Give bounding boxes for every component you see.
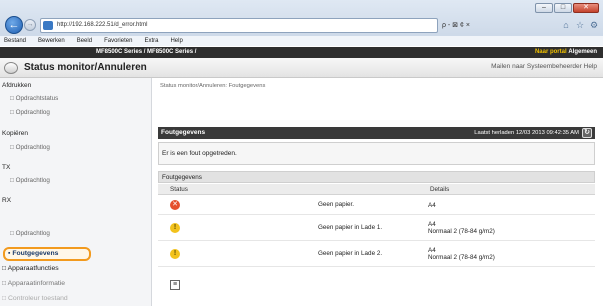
menu-item-bewerken[interactable]: Bewerken <box>38 36 65 46</box>
status-monitor-icon <box>4 62 18 74</box>
browser-menubar: Bestand Bewerken Beeld Favorieten Extra … <box>0 36 603 46</box>
error-icon: ✕ <box>170 200 180 210</box>
sidebar-item-afdrukken-opdrachtlog[interactable]: □ Opdrachtlog <box>10 109 50 116</box>
sidebar-item-opdrachtstatus[interactable]: □ Opdrachtstatus <box>10 95 58 102</box>
sidebar-group-tx: TX <box>2 164 11 171</box>
back-to-top-icon[interactable]: ≡ <box>170 280 180 290</box>
sidebar-group-afdrukken: Afdrukken <box>2 82 32 89</box>
forward-button[interactable]: → <box>24 19 36 31</box>
sidebar-item-controleur[interactable]: □ Controleur toestand <box>2 295 68 302</box>
sidebar-item-tx-opdrachtlog[interactable]: □ Opdrachtlog <box>10 177 50 184</box>
maximize-button[interactable]: □ <box>554 3 572 13</box>
table-row: ! Geen papier in Lade 2. A4 Normaal 2 (78… <box>158 242 595 267</box>
row-details: A4 Normaal 2 (78-84 g/m2) <box>428 221 495 235</box>
row-description: Geen papier. <box>318 201 355 208</box>
device-header: MF8500C Series / MF8500C Series / Naar p… <box>0 47 603 58</box>
last-updated: Laatst herladen 12/03 2013 09:42:35 AM <box>474 130 579 136</box>
address-tools[interactable]: ρ - ⊠ ¢ × <box>442 18 532 33</box>
row-details: A4 Normaal 2 (78-84 g/m2) <box>428 247 495 261</box>
page-title: Status monitor/Annuleren <box>24 62 147 73</box>
main-content: Status monitor/Annuleren: Foutgegevens F… <box>158 78 603 306</box>
window-controls: – □ ✕ <box>535 3 599 13</box>
model-name: MF8500C Series / MF8500C Series / <box>96 49 197 55</box>
error-message-box: Er is een fout opgetreden. <box>158 142 595 165</box>
title-links[interactable]: Mailen naar Systeembeheerder Help <box>491 63 597 70</box>
close-window-button[interactable]: ✕ <box>573 3 599 13</box>
sidebar-item-rx-opdrachtlog[interactable]: □ Opdrachtlog <box>10 230 50 237</box>
browser-chrome: – □ ✕ ← → http://192.168.222.51/d_error.… <box>0 0 603 46</box>
table-title: Foutgegevens <box>158 171 595 183</box>
menu-item-favorieten[interactable]: Favorieten <box>104 36 132 46</box>
back-button[interactable]: ← <box>5 16 23 34</box>
menu-item-beeld[interactable]: Beeld <box>77 36 92 46</box>
minimize-button[interactable]: – <box>535 3 553 13</box>
menu-item-extra[interactable]: Extra <box>144 36 158 46</box>
warning-icon: ! <box>170 223 180 233</box>
address-url: http://192.168.222.51/d_error.html <box>57 22 148 28</box>
warning-icon: ! <box>170 249 180 259</box>
site-icon <box>43 21 53 30</box>
row-details: A4 <box>428 202 436 209</box>
sidebar-group-rx: RX <box>2 197 12 204</box>
table-row: ! Geen papier in Lade 1. A4 Normaal 2 (78… <box>158 216 595 241</box>
breadcrumb: Status monitor/Annuleren: Foutgegevens <box>160 83 266 89</box>
sidebar-item-apparaatinformatie[interactable]: □ Apparaatinformatie <box>2 280 65 287</box>
settings-gear-icon[interactable]: ⚙ <box>588 19 600 31</box>
sidebar-item-apparaatfuncties[interactable]: □ Apparaatfuncties <box>2 265 59 272</box>
table-row: ✕ Geen papier. A4 <box>158 196 595 215</box>
sidebar-group-kopieren: Kopiëren <box>2 130 29 137</box>
favorites-star-icon[interactable]: ☆ <box>574 19 586 31</box>
column-status: Status <box>158 184 428 195</box>
sidebar-item-foutgegevens[interactable]: ▪ Foutgegevens <box>8 250 58 257</box>
address-bar[interactable]: http://192.168.222.51/d_error.html <box>40 18 438 33</box>
column-details: Details <box>428 184 595 195</box>
portal-link[interactable]: Naar portal <box>535 49 567 55</box>
menu-item-bestand[interactable]: Bestand <box>4 36 26 46</box>
row-description: Geen papier in Lade 1. <box>318 224 383 231</box>
menu-item-help[interactable]: Help <box>170 36 182 46</box>
panel-title: Foutgegevens <box>161 129 206 136</box>
general-link[interactable]: Algemeen <box>568 49 597 55</box>
row-description: Geen papier in Lade 2. <box>318 250 383 257</box>
page-titlebar: Status monitor/Annuleren Mailen naar Sys… <box>0 58 603 78</box>
panel-header: Foutgegevens Laatst herladen 12/03 2013 … <box>158 127 595 139</box>
home-icon[interactable]: ⌂ <box>560 19 572 31</box>
error-message: Er is een fout opgetreden. <box>162 150 237 157</box>
refresh-icon[interactable]: ↻ <box>582 128 592 138</box>
sidebar-item-kopieren-opdrachtlog[interactable]: □ Opdrachtlog <box>10 144 50 151</box>
header-links: Naar portal Algemeen <box>535 47 597 58</box>
